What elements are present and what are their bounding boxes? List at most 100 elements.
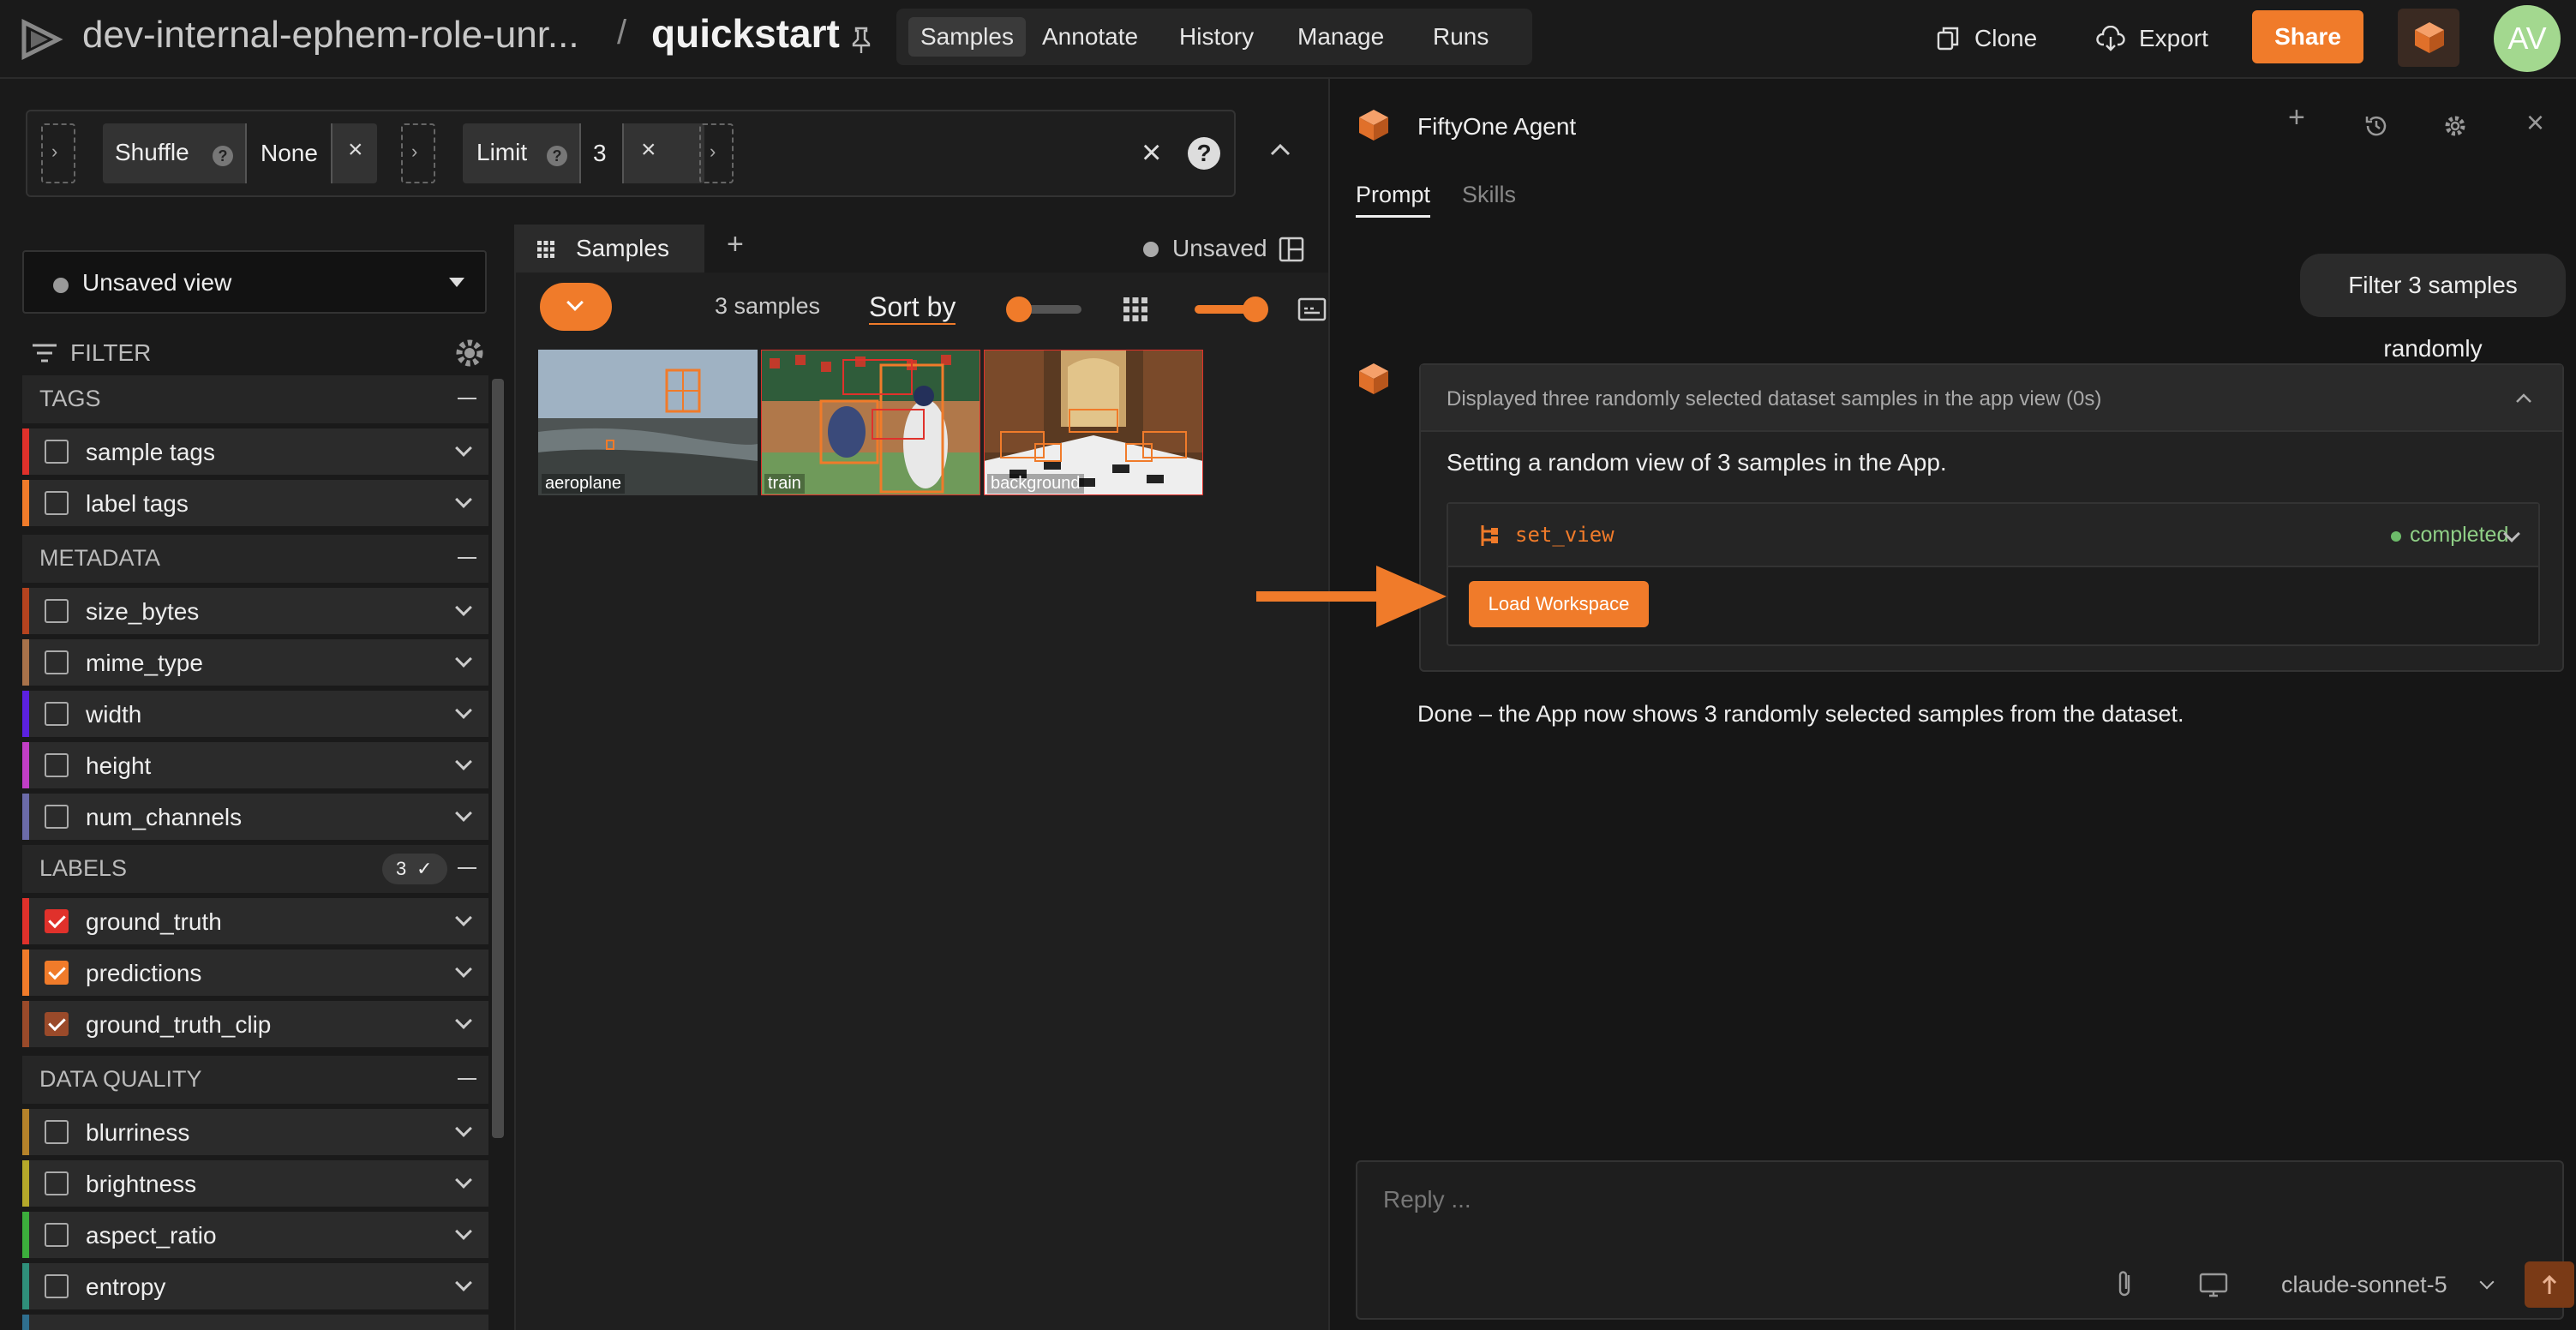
chevron-down-icon[interactable] <box>455 1171 472 1189</box>
field-checkbox[interactable] <box>45 1223 69 1247</box>
chevron-down-icon[interactable] <box>455 702 472 719</box>
share-button[interactable]: Share <box>2252 10 2363 63</box>
grid-actions-toggle[interactable] <box>540 283 612 331</box>
group-tags[interactable]: TAGS <box>22 375 488 423</box>
labels-count-badge[interactable]: 3 ✓ <box>382 854 447 884</box>
label-toggle-knob[interactable] <box>1243 297 1268 322</box>
field-row[interactable]: num_channels <box>22 794 488 840</box>
group-data-quality[interactable]: DATA QUALITY <box>22 1056 488 1104</box>
send-button[interactable] <box>2525 1261 2574 1308</box>
collapse-up-icon[interactable] <box>1268 141 1292 158</box>
field-row-partial[interactable] <box>22 1315 488 1330</box>
history-icon[interactable] <box>2363 113 2389 139</box>
add-stage-slot[interactable]: › <box>699 123 734 183</box>
chevron-down-icon[interactable] <box>455 491 472 508</box>
gear-icon[interactable] <box>452 336 487 370</box>
field-row[interactable]: predictions <box>22 950 488 996</box>
tab-prompt[interactable]: Prompt <box>1356 182 1431 218</box>
chevron-down-icon[interactable] <box>455 1120 472 1137</box>
field-checkbox[interactable] <box>45 702 69 726</box>
clone-button[interactable]: Clone <box>1935 19 2055 58</box>
chevron-down-icon[interactable] <box>455 599 472 616</box>
screen-icon[interactable] <box>2199 1272 2228 1297</box>
avatar[interactable]: AV <box>2494 5 2561 72</box>
field-checkbox[interactable] <box>45 1274 69 1298</box>
chevron-down-icon[interactable] <box>455 1223 472 1240</box>
help-icon[interactable]: ? <box>547 146 567 166</box>
collapse-icon[interactable] <box>458 557 476 559</box>
field-checkbox[interactable] <box>45 599 69 623</box>
field-row[interactable]: ground_truth <box>22 898 488 944</box>
field-row[interactable]: mime_type <box>22 639 488 686</box>
clear-view-icon[interactable]: × <box>1141 134 1161 172</box>
paperclip-icon[interactable] <box>2115 1268 2136 1299</box>
field-checkbox[interactable] <box>45 753 69 777</box>
field-checkbox[interactable] <box>45 440 69 464</box>
project-name[interactable]: quickstart <box>651 10 840 57</box>
field-row[interactable]: size_bytes <box>22 588 488 634</box>
sidebar-scrollbar[interactable] <box>492 379 504 1138</box>
sample-thumbnail[interactable]: train <box>761 350 980 495</box>
collapse-icon[interactable] <box>458 1078 476 1080</box>
embedding-view-icon[interactable] <box>1297 297 1327 322</box>
export-button[interactable]: Export <box>2096 19 2225 58</box>
stage-value[interactable]: None <box>245 123 332 183</box>
chevron-down-icon[interactable] <box>455 1012 472 1029</box>
add-panel-icon[interactable]: + <box>727 228 744 261</box>
tab-samples[interactable]: Samples <box>908 17 1026 57</box>
field-checkbox[interactable] <box>45 909 69 933</box>
tab-annotate[interactable]: Annotate <box>1030 17 1150 57</box>
field-checkbox[interactable] <box>45 1171 69 1195</box>
stage-shuffle[interactable]: Shuffle ? None × <box>103 123 377 183</box>
collapse-icon[interactable] <box>458 398 476 399</box>
chevron-up-icon[interactable] <box>2514 391 2533 404</box>
stage-value[interactable]: 3 <box>579 123 624 183</box>
group-labels[interactable]: LABELS 3 ✓ <box>22 845 488 893</box>
fiftyone-logo-icon[interactable] <box>19 17 63 62</box>
grid-view-icon[interactable] <box>1123 297 1148 322</box>
reply-box[interactable]: Reply ... claude-sonnet-5 <box>1356 1160 2574 1320</box>
close-icon[interactable]: × <box>2526 105 2544 141</box>
sample-thumbnail[interactable]: aeroplane <box>538 350 758 495</box>
field-checkbox[interactable] <box>45 1012 69 1036</box>
field-row[interactable]: blurriness <box>22 1109 488 1155</box>
tab-history[interactable]: History <box>1167 17 1266 57</box>
tool-call-header[interactable]: set_view completed <box>1448 504 2538 567</box>
help-icon[interactable]: ? <box>1188 137 1220 170</box>
tool-card-header[interactable]: Displayed three randomly selected datase… <box>1421 365 2562 432</box>
field-row[interactable]: height <box>22 742 488 788</box>
chevron-down-icon[interactable] <box>455 753 472 770</box>
gear-icon[interactable] <box>2442 113 2468 139</box>
add-stage-slot[interactable]: › <box>401 123 435 183</box>
chevron-down-icon[interactable] <box>455 440 472 457</box>
new-chat-icon[interactable]: + <box>2288 101 2305 135</box>
field-checkbox[interactable] <box>45 491 69 515</box>
chevron-down-icon[interactable] <box>455 961 472 978</box>
chevron-down-icon[interactable] <box>455 805 472 822</box>
agent-button[interactable] <box>2398 9 2459 67</box>
tab-manage[interactable]: Manage <box>1285 17 1396 57</box>
chevron-down-icon[interactable] <box>455 909 472 926</box>
reply-input[interactable]: Reply ... <box>1383 1186 1471 1213</box>
field-row[interactable]: label tags <box>22 480 488 526</box>
zoom-slider-knob[interactable] <box>1006 297 1032 322</box>
pin-icon[interactable] <box>848 26 874 55</box>
group-metadata[interactable]: METADATA <box>22 535 488 583</box>
model-select[interactable]: claude-sonnet-5 <box>2281 1272 2447 1298</box>
collapse-icon[interactable] <box>458 867 476 869</box>
add-stage-slot[interactable]: › <box>41 123 75 183</box>
field-checkbox[interactable] <box>45 805 69 829</box>
load-workspace-button[interactable]: Load Workspace <box>1469 581 1649 627</box>
close-icon[interactable]: × <box>641 135 656 165</box>
field-checkbox[interactable] <box>45 961 69 985</box>
field-checkbox[interactable] <box>45 650 69 674</box>
close-icon[interactable]: × <box>348 135 363 165</box>
field-checkbox[interactable] <box>45 1120 69 1144</box>
help-icon[interactable]: ? <box>213 146 233 166</box>
field-row[interactable]: ground_truth_clip <box>22 1001 488 1047</box>
field-row[interactable]: entropy <box>22 1263 488 1309</box>
layout-icon[interactable] <box>1279 237 1304 262</box>
field-row[interactable]: sample tags <box>22 428 488 475</box>
tab-skills[interactable]: Skills <box>1462 182 1516 208</box>
sample-thumbnail[interactable]: background <box>984 350 1203 495</box>
